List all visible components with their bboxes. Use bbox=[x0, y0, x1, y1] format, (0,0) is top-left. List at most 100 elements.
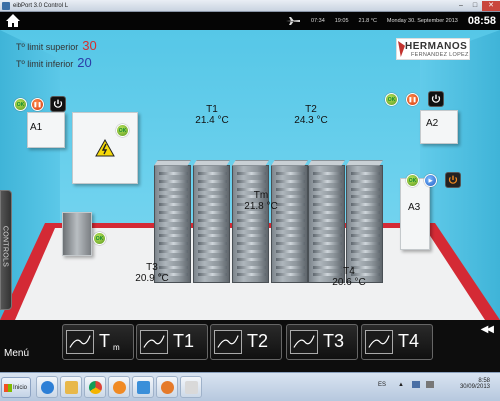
power-icon bbox=[53, 99, 63, 108]
rack-slot bbox=[351, 187, 380, 191]
a2-power-button[interactable] bbox=[428, 91, 444, 107]
taskbar-app3-button[interactable] bbox=[156, 376, 178, 398]
tab-t1[interactable]: T1 bbox=[136, 324, 208, 360]
controls-tab-label: CONTROLS bbox=[1, 225, 9, 268]
rack-slot bbox=[351, 195, 380, 199]
rack-slot bbox=[313, 218, 342, 222]
a3-play-button[interactable]: ▶ bbox=[424, 174, 437, 187]
taskbar-chrome-button[interactable] bbox=[84, 376, 106, 398]
status-time-1: 07:34 bbox=[310, 18, 325, 24]
sensor-t1[interactable]: T1 21.4 °C bbox=[190, 104, 234, 126]
rack-slot bbox=[276, 273, 305, 277]
close-button[interactable]: ✕ bbox=[482, 0, 500, 11]
collapse-arrows-icon[interactable]: ◀◀ bbox=[481, 324, 494, 335]
rack-slot bbox=[237, 273, 266, 277]
a3-power-button[interactable] bbox=[445, 172, 461, 188]
limit-superior: Tº limit superior 30 bbox=[16, 38, 97, 53]
limit-superior-value[interactable]: 30 bbox=[82, 38, 96, 53]
tray-clock[interactable]: 8:58 30/09/2013 bbox=[460, 378, 490, 390]
rack-slot bbox=[276, 265, 305, 269]
sensor-t2[interactable]: T2 24.3 °C bbox=[289, 104, 333, 126]
rack-slot bbox=[159, 211, 188, 214]
rack-slot bbox=[313, 179, 342, 183]
ie-icon bbox=[41, 381, 54, 394]
sensor-t3[interactable]: T3 20.9 °C bbox=[130, 262, 174, 284]
rack-slot bbox=[276, 226, 305, 230]
sensor-t2-value: 24.3 °C bbox=[294, 115, 328, 126]
rack-slot bbox=[313, 234, 342, 238]
rack-slot bbox=[237, 172, 266, 175]
chrome-icon bbox=[89, 381, 102, 394]
rack-slot bbox=[237, 179, 266, 183]
rack-slot bbox=[276, 242, 305, 246]
taskbar-app2-button[interactable] bbox=[132, 376, 154, 398]
rack-slot bbox=[351, 179, 380, 183]
tab-t4[interactable]: T4 bbox=[361, 324, 433, 360]
sensor-tm[interactable]: Tm 21.8 °C bbox=[239, 190, 283, 212]
sensor-t3-name: T3 bbox=[146, 262, 158, 273]
home-icon[interactable] bbox=[5, 13, 21, 28]
ups-ok-indicator: OK bbox=[93, 232, 106, 245]
maximize-button[interactable]: □ bbox=[468, 1, 482, 11]
taskbar-explorer-button[interactable] bbox=[60, 376, 82, 398]
rack-slot bbox=[276, 179, 305, 183]
a1-power-button[interactable] bbox=[50, 96, 66, 112]
rack-slot bbox=[198, 265, 227, 269]
electrical-panel[interactable] bbox=[72, 112, 138, 184]
tab-t3[interactable]: T3 bbox=[286, 324, 358, 360]
rack-slot bbox=[351, 211, 380, 214]
status-clock: 08:58 bbox=[467, 15, 496, 27]
bottom-nav: Menú Tm T1 T2 T3 T4 ◀◀ bbox=[0, 320, 500, 372]
rack-slot bbox=[198, 273, 227, 277]
tab-t2[interactable]: T2 bbox=[210, 324, 282, 360]
sensor-t3-value: 20.9 °C bbox=[135, 273, 169, 284]
a3-unit[interactable] bbox=[400, 178, 430, 250]
rack-slot bbox=[351, 226, 380, 230]
rack-slot bbox=[159, 250, 188, 253]
rack-slot bbox=[351, 257, 380, 261]
company-logo: HERMANOS FERNANDEZ LOPEZ bbox=[396, 38, 470, 60]
controls-side-tab[interactable]: CONTROLS bbox=[0, 190, 12, 310]
volume-icon[interactable] bbox=[426, 381, 434, 388]
high-voltage-icon bbox=[95, 139, 115, 157]
start-button[interactable]: Inicio bbox=[1, 377, 31, 398]
sensor-tm-name: Tm bbox=[253, 190, 269, 201]
tab-tm[interactable]: Tm bbox=[62, 324, 134, 360]
chart-icon bbox=[66, 330, 94, 354]
a2-ok-indicator: OK bbox=[385, 93, 398, 106]
rack-slot bbox=[159, 179, 188, 183]
a2-stop-button[interactable]: ❚❚ bbox=[406, 93, 419, 106]
a3-ok-indicator: OK bbox=[406, 174, 419, 187]
ups-unit[interactable] bbox=[62, 212, 92, 256]
taskbar-app-button[interactable] bbox=[108, 376, 130, 398]
rack-slot bbox=[313, 211, 342, 214]
chart-icon bbox=[140, 330, 168, 354]
a1-stop-button[interactable]: ❚❚ bbox=[31, 98, 44, 111]
rack-slot bbox=[313, 187, 342, 191]
a1-label: A1 bbox=[30, 122, 43, 133]
sensor-t1-name: T1 bbox=[206, 104, 218, 115]
limit-inferior-value[interactable]: 20 bbox=[77, 55, 91, 70]
tray-arrow-icon[interactable]: ▲ bbox=[398, 382, 404, 388]
taskbar-ie-button[interactable] bbox=[36, 376, 58, 398]
power-icon bbox=[431, 94, 441, 103]
rack-slot bbox=[313, 250, 342, 253]
rack-slot bbox=[313, 172, 342, 175]
taskbar-app4-button[interactable] bbox=[180, 376, 202, 398]
sensor-t1-value: 21.4 °C bbox=[195, 115, 229, 126]
minimize-button[interactable]: – bbox=[454, 1, 468, 11]
rack-slot bbox=[351, 234, 380, 238]
status-time-2: 19:05 bbox=[334, 18, 349, 24]
a2-label: A2 bbox=[426, 118, 439, 129]
language-indicator[interactable]: ES bbox=[378, 382, 386, 388]
sensor-t4-name: T4 bbox=[343, 266, 355, 277]
rack-slot bbox=[237, 226, 266, 230]
rack-slot bbox=[198, 179, 227, 183]
tab-t3-label: T3 bbox=[323, 331, 345, 351]
rack-slot bbox=[159, 172, 188, 175]
menu-button[interactable]: Menú bbox=[4, 348, 29, 359]
sensor-t4[interactable]: T4 20.6 °C bbox=[327, 266, 371, 288]
network-icon[interactable] bbox=[412, 381, 420, 388]
tab-tm-sub: m bbox=[113, 343, 120, 352]
rack-slot bbox=[237, 242, 266, 246]
